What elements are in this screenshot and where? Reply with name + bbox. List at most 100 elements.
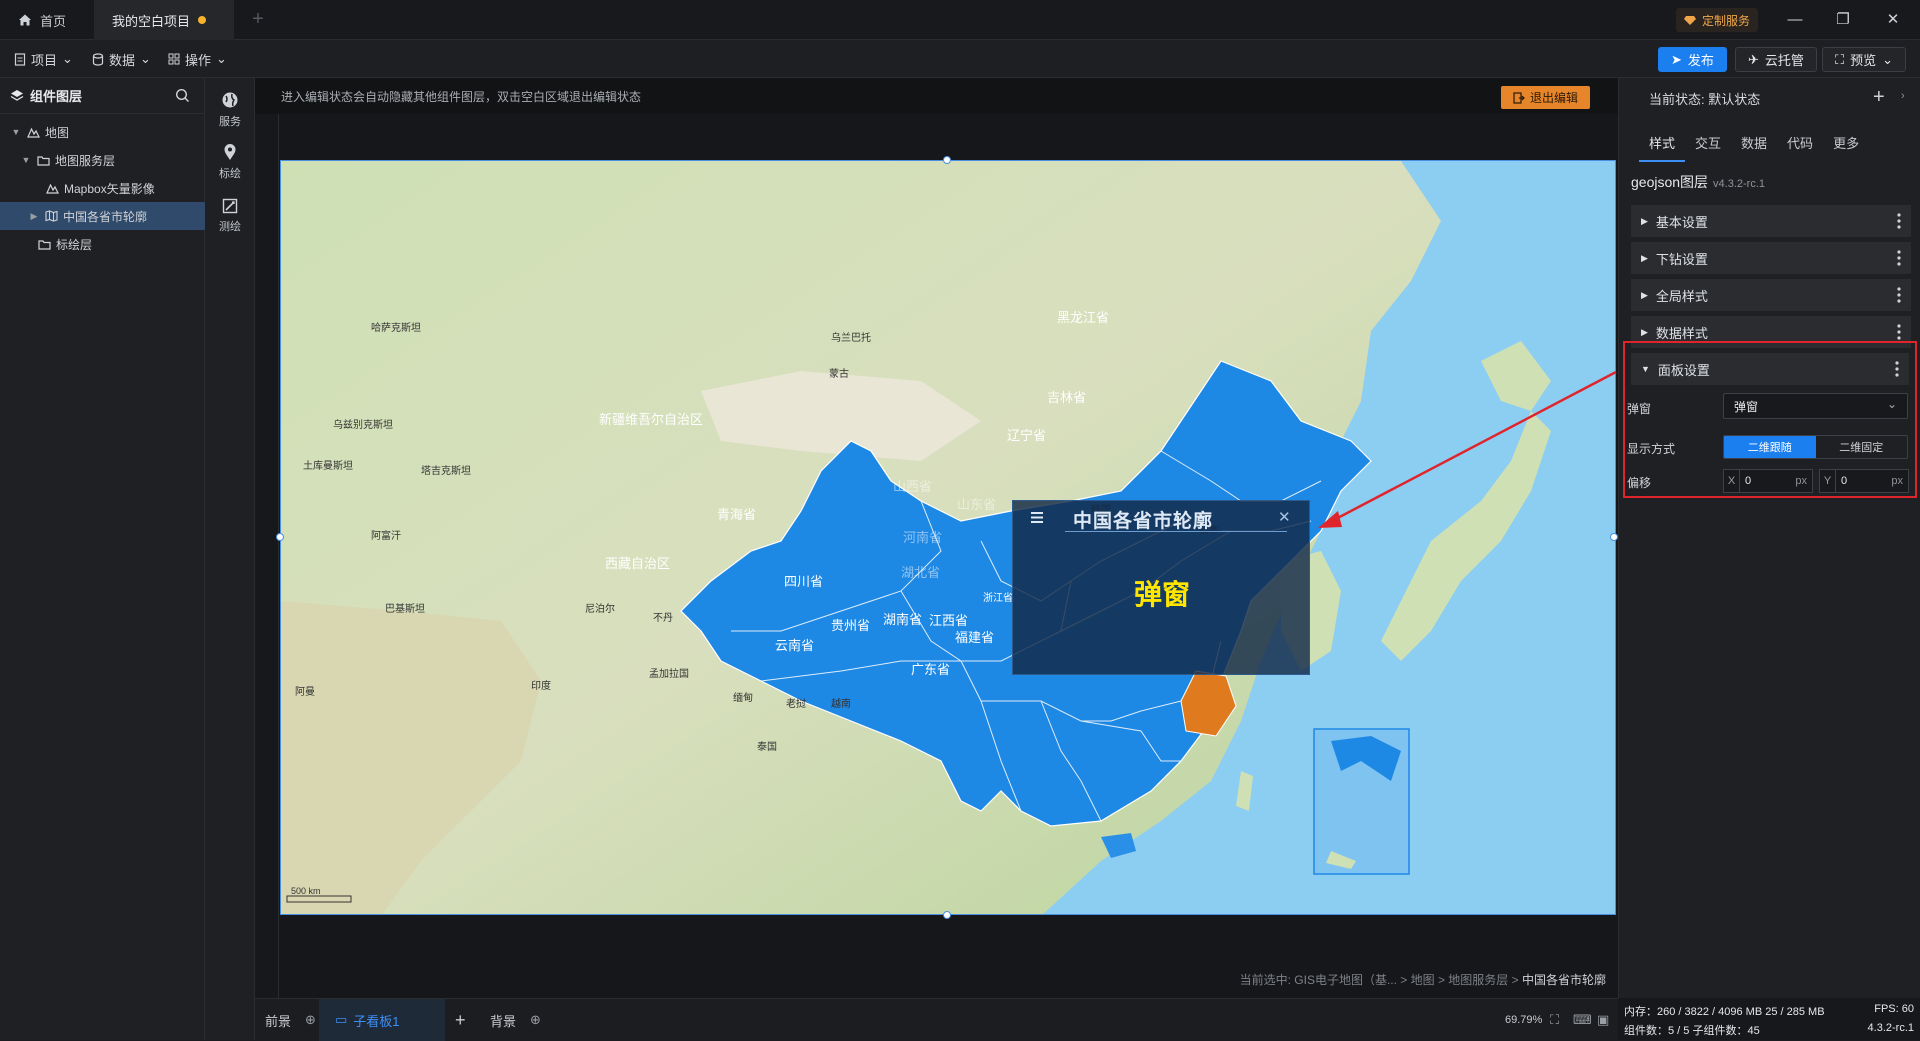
tab-background[interactable]: 背景 ⊕ xyxy=(490,999,541,1041)
plus-icon[interactable]: + xyxy=(1873,86,1885,109)
add-tab-button[interactable]: + xyxy=(246,8,270,32)
section-panel-settings[interactable]: ▼ 面板设置 xyxy=(1631,353,1909,385)
close-window-button[interactable]: ✕ xyxy=(1880,8,1906,32)
province-label: 青海省 xyxy=(717,507,757,522)
display-2d-follow[interactable]: 二维跟随 xyxy=(1724,436,1816,458)
popup-select[interactable]: 弹窗 ⌄ xyxy=(1723,393,1908,419)
menu-data[interactable]: 数据 ⌄ xyxy=(92,40,151,78)
offset-y-input[interactable]: Y 0 px xyxy=(1819,469,1909,493)
resize-handle-bottom[interactable] xyxy=(943,911,951,919)
custom-service-button[interactable]: 定制服务 xyxy=(1676,8,1759,32)
zoom-level[interactable]: 69.79% xyxy=(1505,999,1542,1041)
tab-home[interactable]: 首页 xyxy=(0,0,94,40)
maximize-button[interactable]: ❐ xyxy=(1830,8,1856,32)
map-fold-icon xyxy=(45,210,58,222)
caret-right-icon[interactable]: ▶ xyxy=(28,211,40,222)
tab-project-label: 我的空白项目 xyxy=(112,13,191,29)
section-global-style[interactable]: ▶ 全局样式 xyxy=(1631,279,1911,311)
tab-more[interactable]: 更多 xyxy=(1823,126,1869,162)
resize-handle-left[interactable] xyxy=(276,533,284,541)
rail-service[interactable]: 服务 xyxy=(205,84,255,136)
map-pin-icon xyxy=(223,143,237,161)
tab-foreground-label: 前景 xyxy=(265,1013,292,1029)
more-vertical-icon[interactable] xyxy=(1897,287,1901,303)
add-circle-icon[interactable]: ⊕ xyxy=(530,1012,541,1028)
section-label: 面板设置 xyxy=(1657,362,1710,378)
component-count: 组件数：5 / 5 子组件数：45 xyxy=(1624,1025,1760,1037)
tree-item-map-service[interactable]: ▼ 地图服务层 xyxy=(0,146,205,174)
tab-project[interactable]: 我的空白项目 xyxy=(94,0,234,40)
display-2d-fixed[interactable]: 二维固定 xyxy=(1816,436,1908,458)
section-drilldown[interactable]: ▶ 下钻设置 xyxy=(1631,242,1911,274)
rail-plot[interactable]: 标绘 xyxy=(205,136,255,188)
cloud-button[interactable]: ✈ 云托管 xyxy=(1735,47,1817,72)
fit-screen-icon[interactable]: ⛶ xyxy=(1550,999,1559,1041)
caret-down-icon[interactable]: ▼ xyxy=(20,155,32,165)
database-icon xyxy=(92,52,104,66)
exit-edit-button[interactable]: 退出编辑 xyxy=(1501,86,1591,109)
caret-down-icon[interactable]: ▼ xyxy=(10,127,22,137)
property-tabs: 样式 交互 数据 代码 更多 xyxy=(1639,126,1869,162)
more-vertical-icon[interactable] xyxy=(1897,213,1901,229)
chevron-down-icon: ⌄ xyxy=(140,51,151,66)
province-label: 山东省 xyxy=(957,497,997,512)
tab-sub-board[interactable]: ▭ 子看板1 xyxy=(319,999,445,1041)
menu-operate[interactable]: 操作 ⌄ xyxy=(168,40,227,78)
rail-measure-label: 测绘 xyxy=(219,221,241,233)
add-circle-icon[interactable]: ⊕ xyxy=(305,1012,316,1028)
map-place-label: 老挝 xyxy=(786,699,806,710)
close-icon[interactable]: ✕ xyxy=(1278,508,1291,526)
minimize-button[interactable]: — xyxy=(1782,8,1808,32)
offset-x-input[interactable]: X 0 px xyxy=(1723,469,1813,493)
tree-item-map[interactable]: ▼ 地图 xyxy=(0,118,205,146)
map-popup[interactable]: 中国各省市轮廓 ✕ 弹窗 xyxy=(1012,500,1310,675)
component-name-text: geojson图层 xyxy=(1631,174,1709,190)
send-icon: ➤ xyxy=(1671,51,1682,67)
monitor-icon: ▭ xyxy=(335,1012,348,1027)
tab-foreground[interactable]: 前景 ⊕ xyxy=(265,999,316,1041)
add-board-button[interactable]: + xyxy=(455,999,466,1041)
map-place-label: 缅甸 xyxy=(733,693,753,704)
tab-style[interactable]: 样式 xyxy=(1639,126,1686,162)
offset-x-unit: px xyxy=(1795,475,1807,487)
province-label: 浙江省 xyxy=(983,593,1013,604)
popup-title: 中国各省市轮廓 xyxy=(1073,511,1214,532)
section-basic[interactable]: ▶ 基本设置 xyxy=(1631,205,1911,237)
keyboard-icon[interactable]: ⌨ xyxy=(1573,999,1592,1041)
map-place-label: 哈萨克斯坦 xyxy=(371,323,421,334)
tree-item-china-outline[interactable]: ▶ 中国各省市轮廓 xyxy=(0,202,205,230)
terminal-icon[interactable]: ▣ xyxy=(1597,999,1609,1041)
search-icon[interactable] xyxy=(175,88,190,103)
tree-item-mapbox[interactable]: Mapbox矢量影像 xyxy=(0,174,205,202)
publish-button[interactable]: ➤ 发布 xyxy=(1658,47,1727,72)
chevron-right-icon[interactable]: › xyxy=(1901,90,1905,102)
tab-data[interactable]: 数据 xyxy=(1731,126,1777,162)
breadcrumb-current: 中国各省市轮廓 xyxy=(1521,973,1606,987)
menu-bar: 项目 ⌄ 数据 ⌄ 操作 ⌄ ➤ 发布 ✈ 云托管 ⛶ 预览 ⌄ xyxy=(0,40,1920,78)
tree-item-plot-layer[interactable]: 标绘层 xyxy=(0,230,205,258)
tab-code[interactable]: 代码 xyxy=(1777,126,1823,162)
gem-icon xyxy=(1684,14,1696,26)
province-label: 西藏自治区 xyxy=(605,556,671,571)
resize-handle-right[interactable] xyxy=(1610,533,1618,541)
map-component[interactable]: 新疆维吾尔自治区 西藏自治区 青海省 四川省 云南省 贵州省 湖南省 江西省 福… xyxy=(280,160,1616,915)
map-place-label: 阿曼 xyxy=(295,687,315,698)
file-icon xyxy=(14,52,26,66)
province-label: 贵州省 xyxy=(831,618,871,633)
component-name: geojson图层 v4.3.2-rc.1 xyxy=(1631,172,1765,192)
tab-interaction[interactable]: 交互 xyxy=(1685,126,1731,162)
more-vertical-icon[interactable] xyxy=(1895,361,1899,377)
edit-hint-text: 进入编辑状态会自动隐藏其他组件图层，双击空白区域退出编辑状态 xyxy=(281,89,642,104)
editor-canvas[interactable]: 进入编辑状态会自动隐藏其他组件图层，双击空白区域退出编辑状态 退出编辑 新疆维吾… xyxy=(255,78,1618,998)
more-vertical-icon[interactable] xyxy=(1897,324,1901,340)
rail-measure[interactable]: 测绘 xyxy=(205,190,255,242)
resize-handle-top[interactable] xyxy=(943,156,951,164)
canvas-bottom-bar: 前景 ⊕ ▭ 子看板1 + 背景 ⊕ 69.79% ⛶ ⌨ ▣ xyxy=(255,998,1618,1041)
menu-project[interactable]: 项目 ⌄ xyxy=(14,40,73,78)
tree-item-label: 标绘层 xyxy=(56,237,93,252)
grid-icon xyxy=(168,53,180,65)
layers-icon xyxy=(10,89,24,103)
more-vertical-icon[interactable] xyxy=(1897,250,1901,266)
fullscreen-icon: ⛶ xyxy=(1835,51,1845,67)
preview-button[interactable]: ⛶ 预览 ⌄ xyxy=(1822,47,1907,72)
